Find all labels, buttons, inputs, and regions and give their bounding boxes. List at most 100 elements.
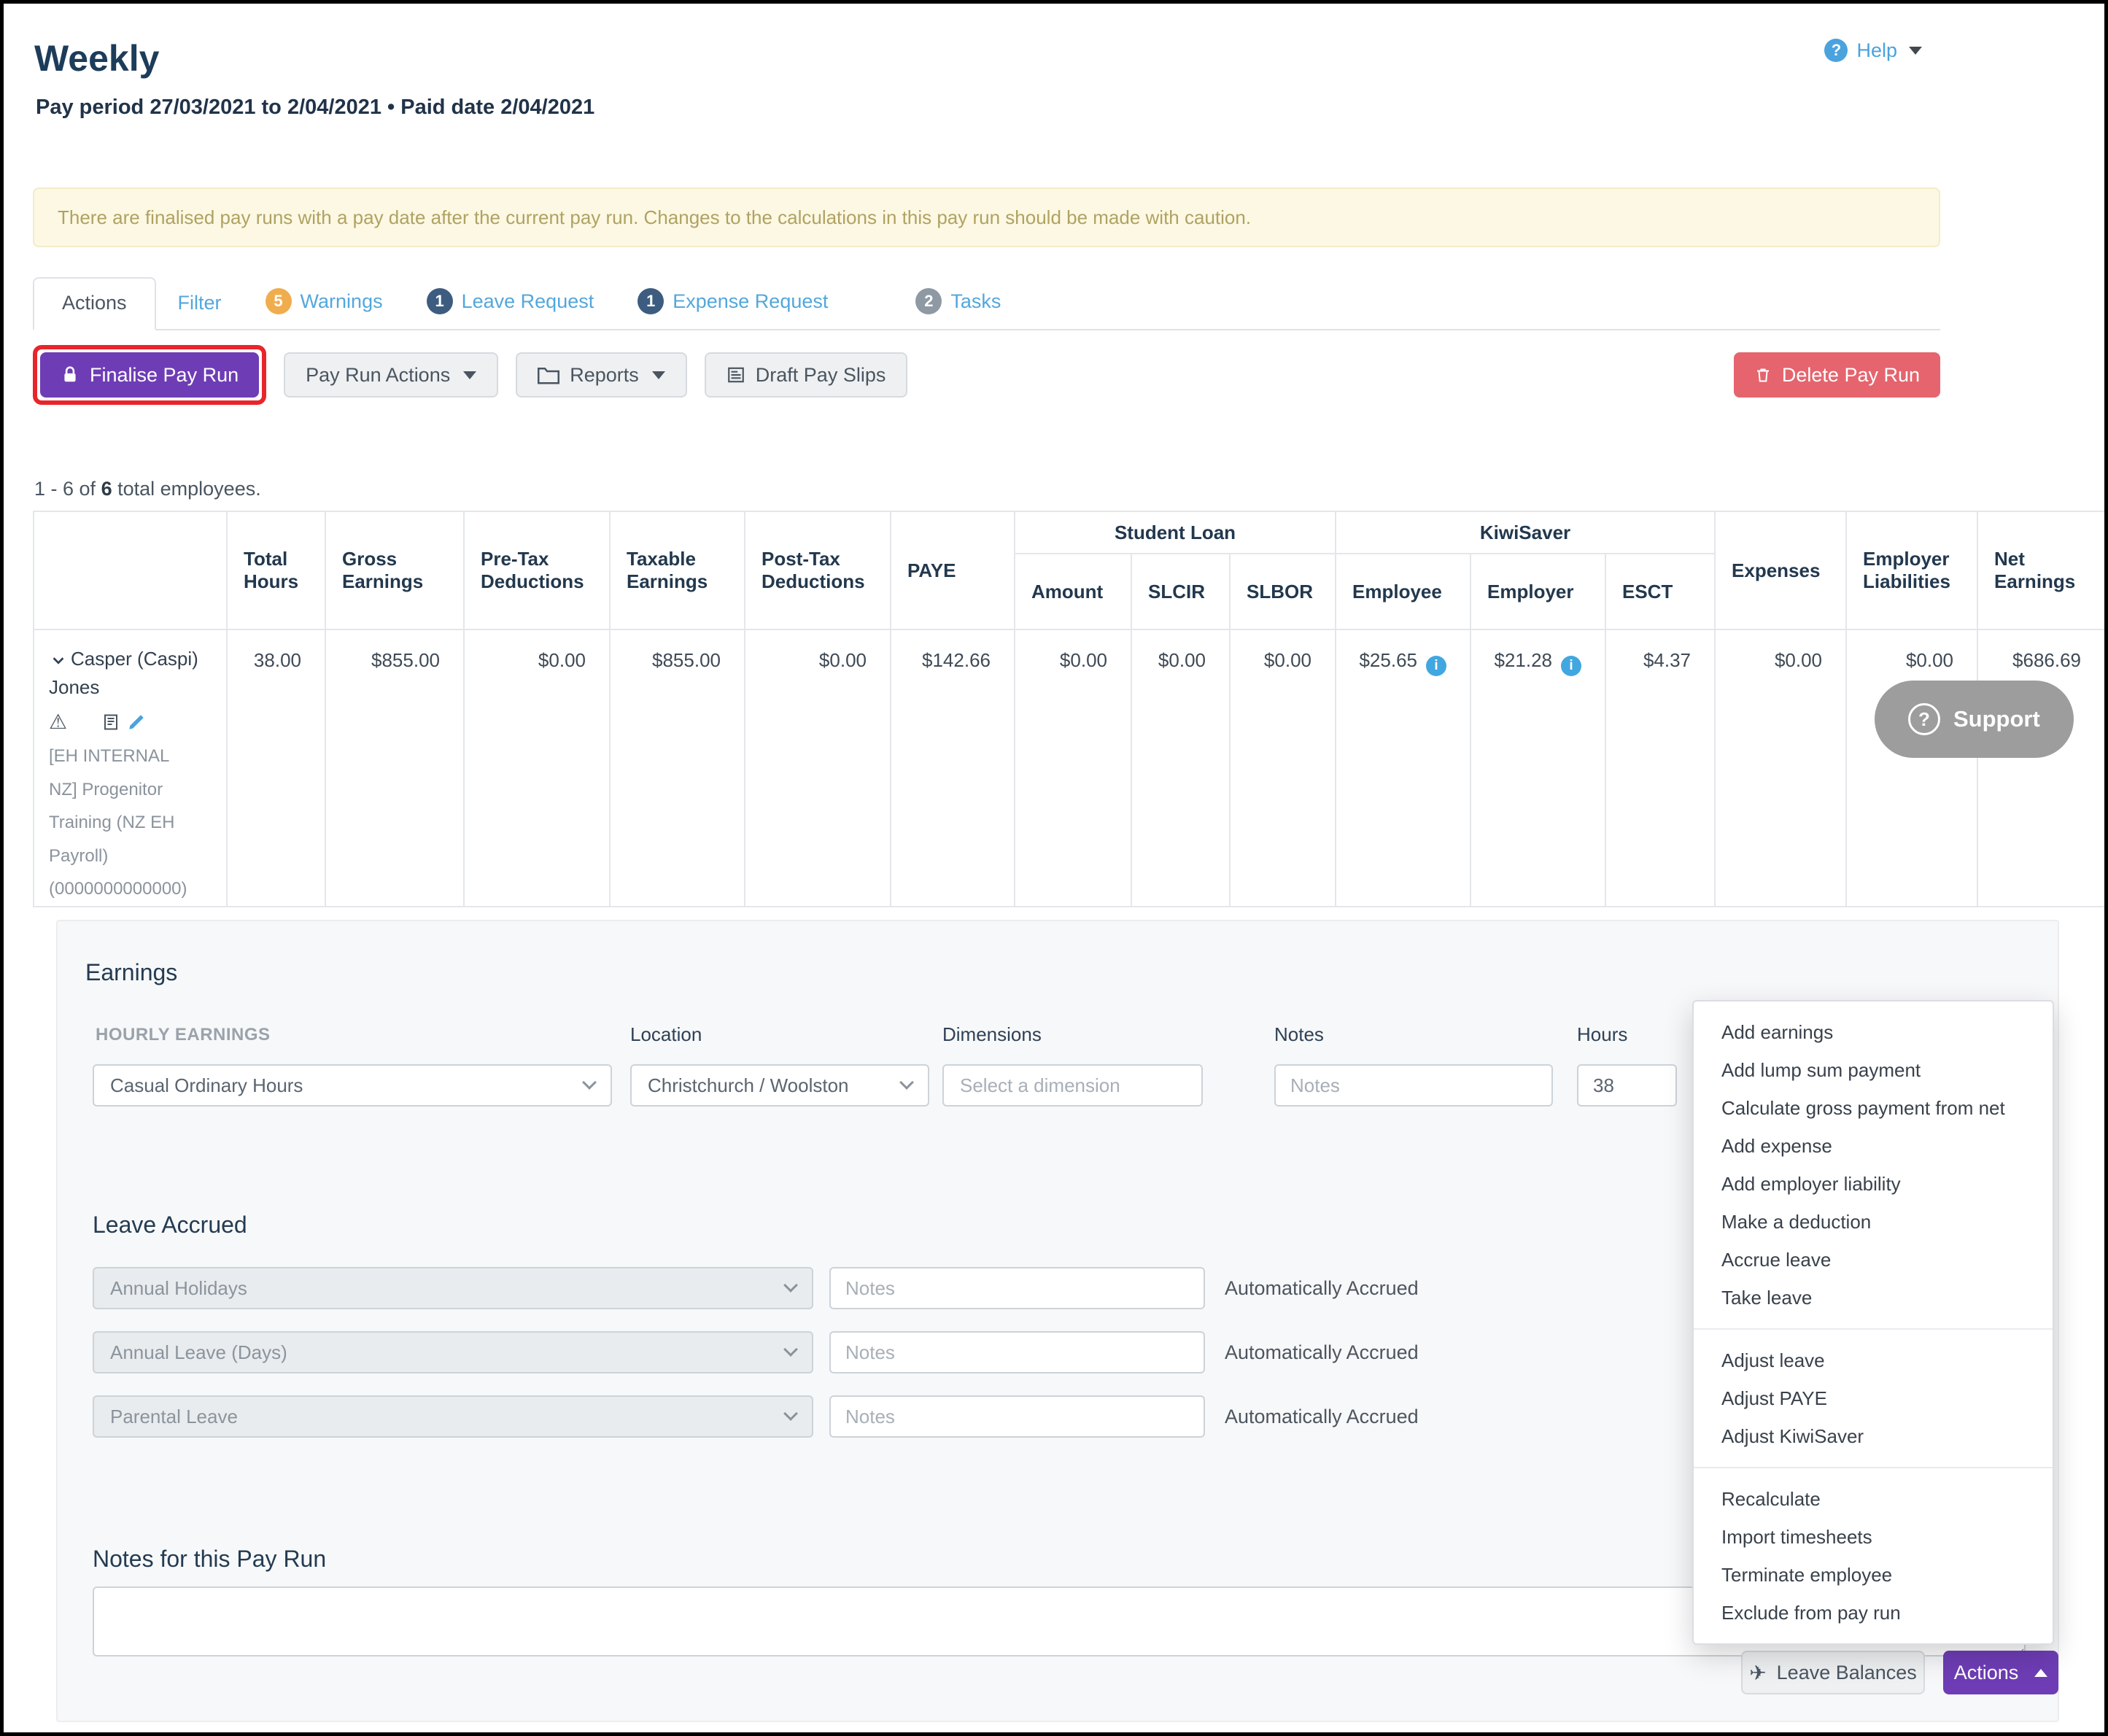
leave-notes-input-annual-holidays[interactable] bbox=[829, 1267, 1205, 1309]
col-employer-liabilities: Employer Liabilities bbox=[1846, 511, 1977, 629]
leave-balances-button[interactable]: ✈ Leave Balances bbox=[1741, 1651, 1925, 1694]
folder-icon bbox=[538, 365, 559, 384]
tasks-count-badge: 2 bbox=[915, 288, 942, 314]
col-post-tax-deductions: Post-Tax Deductions bbox=[745, 511, 891, 629]
menu-item-accrue-leave[interactable]: Accrue leave bbox=[1694, 1241, 2053, 1279]
hours-input[interactable] bbox=[1577, 1064, 1677, 1107]
finalise-pay-run-button[interactable]: Finalise Pay Run bbox=[40, 352, 259, 398]
pay-run-employee-table: Total Hours Gross Earnings Pre-Tax Deduc… bbox=[33, 511, 2106, 907]
pay-run-page: Weekly Pay period 27/03/2021 to 2/04/202… bbox=[0, 0, 2108, 1736]
chevron-down-icon bbox=[783, 1406, 798, 1421]
reports-button[interactable]: Reports bbox=[516, 352, 687, 398]
leave-notes-input-annual-leave-days[interactable] bbox=[829, 1331, 1205, 1373]
menu-item-adjust-leave[interactable]: Adjust leave bbox=[1694, 1341, 2053, 1379]
menu-item-add-employer-liability[interactable]: Add employer liability bbox=[1694, 1165, 2053, 1203]
payslip-notes-icon[interactable] bbox=[102, 713, 120, 732]
warning-icon[interactable]: ⚠ bbox=[49, 712, 67, 732]
employer-liabilities-value: $0.00 bbox=[1846, 629, 1977, 907]
leave-status-annual-leave-days: Automatically Accrued bbox=[1225, 1331, 1419, 1373]
menu-item-import-timesheets[interactable]: Import timesheets bbox=[1694, 1518, 2053, 1556]
leave-status-parental-leave: Automatically Accrued bbox=[1225, 1395, 1419, 1438]
support-button[interactable]: ? Support bbox=[1875, 681, 2074, 758]
tab-warnings[interactable]: 5 Warnings bbox=[244, 275, 405, 329]
leave-type-select-annual-holidays[interactable]: Annual Holidays bbox=[93, 1267, 813, 1309]
earnings-section-title: Earnings bbox=[85, 959, 177, 986]
hourly-earnings-label: HOURLY EARNINGS bbox=[96, 1025, 271, 1045]
total-hours-value: 38.00 bbox=[227, 629, 325, 907]
dimensions-select[interactable]: Select a dimension bbox=[942, 1064, 1203, 1107]
hours-label: Hours bbox=[1577, 1023, 1627, 1046]
chevron-down-icon bbox=[899, 1075, 914, 1090]
pre-tax-deductions-value: $0.00 bbox=[464, 629, 610, 907]
menu-item-exclude-from-pay-run[interactable]: Exclude from pay run bbox=[1694, 1594, 2053, 1632]
leave-type-select-parental-leave[interactable]: Parental Leave bbox=[93, 1395, 813, 1438]
trash-icon bbox=[1754, 365, 1772, 384]
finalise-highlight-outline: Finalise Pay Run bbox=[33, 345, 266, 405]
tab-leave-request[interactable]: 1 Leave Request bbox=[405, 275, 616, 329]
menu-item-adjust-paye[interactable]: Adjust PAYE bbox=[1694, 1379, 2053, 1417]
menu-item-make-a-deduction[interactable]: Make a deduction bbox=[1694, 1203, 2053, 1241]
employee-actions-menu: Add earnings Add lump sum payment Calcul… bbox=[1692, 1000, 2054, 1645]
employee-total-count: 6 bbox=[101, 478, 112, 500]
location-select[interactable]: Christchurch / Woolston bbox=[630, 1064, 929, 1107]
location-label: Location bbox=[630, 1023, 702, 1046]
kiwisaver-employee-info-icon[interactable]: i bbox=[1426, 656, 1446, 676]
tab-filter[interactable]: Filter bbox=[156, 279, 244, 329]
dimensions-label: Dimensions bbox=[942, 1023, 1042, 1046]
menu-item-terminate-employee[interactable]: Terminate employee bbox=[1694, 1556, 2053, 1594]
employee-column-header bbox=[34, 511, 227, 629]
menu-item-adjust-kiwisaver[interactable]: Adjust KiwiSaver bbox=[1694, 1417, 2053, 1455]
employee-name[interactable]: Casper (Caspi) Jones bbox=[49, 645, 202, 702]
menu-divider bbox=[1694, 1328, 2053, 1330]
edit-pencil-icon[interactable] bbox=[127, 713, 146, 732]
leave-type-select-annual-leave-days[interactable]: Annual Leave (Days) bbox=[93, 1331, 813, 1373]
kiwisaver-employer-info-icon[interactable]: i bbox=[1561, 656, 1581, 676]
tab-tasks[interactable]: 2 Tasks bbox=[894, 275, 1023, 329]
collapse-employee-chevron-icon[interactable] bbox=[49, 652, 68, 668]
col-student-loan-amount: Amount bbox=[1015, 554, 1131, 629]
menu-item-add-earnings[interactable]: Add earnings bbox=[1694, 1013, 2053, 1051]
payslip-document-icon bbox=[726, 365, 745, 384]
chevron-down-icon bbox=[652, 371, 665, 379]
chevron-up-icon bbox=[2034, 1669, 2047, 1677]
menu-item-take-leave[interactable]: Take leave bbox=[1694, 1279, 2053, 1317]
leave-request-count-badge: 1 bbox=[427, 288, 453, 314]
student-loan-amount-value: $0.00 bbox=[1015, 629, 1131, 907]
employee-actions-button[interactable]: Actions bbox=[1943, 1651, 2058, 1694]
chevron-down-icon bbox=[463, 371, 476, 379]
help-menu[interactable]: ? Help bbox=[1824, 39, 1922, 62]
notes-label: Notes bbox=[1274, 1023, 1324, 1046]
warnings-count-badge: 5 bbox=[266, 288, 292, 314]
slbor-value: $0.00 bbox=[1230, 629, 1336, 907]
menu-item-add-expense[interactable]: Add expense bbox=[1694, 1127, 2053, 1165]
employee-business-label: [EH INTERNAL NZ] Progenitor Training (NZ… bbox=[49, 740, 198, 906]
menu-item-recalculate[interactable]: Recalculate bbox=[1694, 1480, 2053, 1518]
pay-run-tabs: Actions Filter 5 Warnings 1 Leave Reques… bbox=[33, 275, 1940, 330]
banner-text: There are finalised pay runs with a pay … bbox=[58, 206, 1251, 229]
paye-value: $142.66 bbox=[891, 629, 1015, 907]
page-title: Weekly bbox=[34, 37, 159, 80]
lock-icon bbox=[61, 365, 80, 384]
pay-run-toolbar: Finalise Pay Run Pay Run Actions Reports… bbox=[33, 345, 1940, 405]
employee-cell: Casper (Caspi) Jones ⚠ [EH INTERNAL NZ] … bbox=[34, 629, 227, 907]
leave-notes-input-parental-leave[interactable] bbox=[829, 1395, 1205, 1438]
earning-notes-input[interactable] bbox=[1274, 1064, 1553, 1107]
earning-type-select[interactable]: Casual Ordinary Hours bbox=[93, 1064, 612, 1107]
col-slcir: SLCIR bbox=[1131, 554, 1230, 629]
employee-action-icons: ⚠ bbox=[49, 712, 202, 732]
tab-actions[interactable]: Actions bbox=[33, 277, 156, 330]
group-student-loan: Student Loan bbox=[1015, 511, 1336, 554]
tab-expense-request[interactable]: 1 Expense Request bbox=[616, 275, 850, 329]
menu-item-calculate-gross-payment-from-net[interactable]: Calculate gross payment from net bbox=[1694, 1089, 2053, 1127]
draft-pay-slips-button[interactable]: Draft Pay Slips bbox=[705, 352, 908, 398]
menu-item-add-lump-sum-payment[interactable]: Add lump sum payment bbox=[1694, 1051, 2053, 1089]
pay-run-actions-button[interactable]: Pay Run Actions bbox=[284, 352, 498, 398]
col-pre-tax-deductions: Pre-Tax Deductions bbox=[464, 511, 610, 629]
expense-request-count-badge: 1 bbox=[638, 288, 664, 314]
col-taxable-earnings: Taxable Earnings bbox=[610, 511, 745, 629]
delete-pay-run-button[interactable]: Delete Pay Run bbox=[1734, 352, 1940, 398]
col-esct: ESCT bbox=[1605, 554, 1715, 629]
chevron-down-icon bbox=[582, 1075, 597, 1090]
chevron-down-icon bbox=[783, 1278, 798, 1293]
col-expenses: Expenses bbox=[1715, 511, 1846, 629]
